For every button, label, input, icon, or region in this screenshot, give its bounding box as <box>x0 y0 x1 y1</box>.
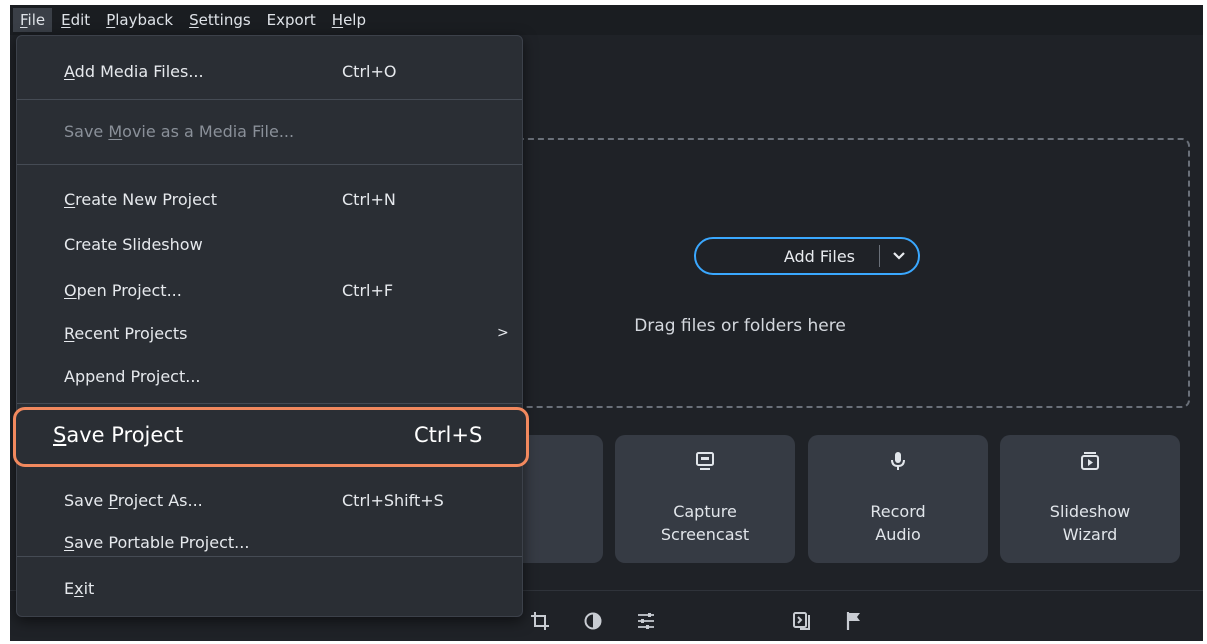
add-files-label: Add Files <box>783 246 855 266</box>
transition-icon[interactable] <box>792 611 814 635</box>
shortcut-label: Ctrl+N <box>342 189 396 209</box>
shortcut-label: Ctrl+O <box>342 61 397 81</box>
shortcut-label: Ctrl+S <box>414 423 483 447</box>
menu-export[interactable]: Export <box>260 8 323 32</box>
menu-item-recent-projects[interactable]: Recent Projects > <box>17 315 522 351</box>
menu-separator <box>17 403 522 404</box>
slideshow-wizard-tile[interactable]: Slideshow Wizard <box>1000 435 1180 563</box>
menu-item-append-project[interactable]: Append Project... <box>17 358 522 394</box>
menu-item-exit[interactable]: Exit <box>17 570 522 606</box>
menu-item-save-movie: Save Movie as a Media File... <box>64 121 295 141</box>
add-files-button[interactable]: Add Files <box>694 237 920 275</box>
tile-label: Slideshow Wizard <box>1049 502 1131 544</box>
menu-separator <box>17 99 522 100</box>
app-window: File Edit Playback Settings Export Help … <box>10 5 1203 641</box>
menu-separator <box>17 164 522 165</box>
slideshow-icon <box>1000 447 1180 475</box>
sliders-icon[interactable] <box>636 611 656 635</box>
shortcut-label: Ctrl+Shift+S <box>342 490 444 510</box>
menu-item-save-project[interactable]: Save Project Ctrl+S <box>13 407 529 467</box>
menu-settings[interactable]: Settings <box>182 8 258 32</box>
color-adjust-icon[interactable] <box>583 611 603 635</box>
flag-icon[interactable] <box>845 611 863 635</box>
submenu-arrow-icon: > <box>497 325 509 341</box>
chevron-down-icon[interactable] <box>880 249 918 263</box>
menu-item-create-new-project[interactable]: Create New Project Ctrl+N <box>17 181 522 217</box>
menu-item-open-project[interactable]: Open Project... Ctrl+F <box>17 272 522 308</box>
menu-separator <box>17 556 522 557</box>
shortcut-label: Ctrl+F <box>342 280 394 300</box>
tile-label: Capture Screencast <box>660 502 750 544</box>
save-project-label: Save Project <box>53 423 184 447</box>
menu-item-save-project-as[interactable]: Save Project As... Ctrl+Shift+S <box>17 482 522 518</box>
menu-item-save-portable-project[interactable]: Save Portable Project... <box>17 524 522 560</box>
monitor-icon <box>615 447 795 475</box>
menu-bar: File Edit Playback Settings Export Help <box>10 5 1203 35</box>
menu-edit[interactable]: Edit <box>54 8 97 32</box>
file-menu-dropdown: Add Media Files... Ctrl+O Save Movie as … <box>16 35 523 617</box>
capture-screencast-tile[interactable]: Capture Screencast <box>615 435 795 563</box>
microphone-icon <box>808 447 988 475</box>
menu-item-add-media-files[interactable]: Add Media Files... Ctrl+O <box>17 53 522 89</box>
menu-item-create-slideshow[interactable]: Create Slideshow <box>17 226 522 262</box>
menu-playback[interactable]: Playback <box>99 8 180 32</box>
menu-help[interactable]: Help <box>325 8 373 32</box>
crop-icon[interactable] <box>530 611 550 635</box>
record-audio-tile[interactable]: Record Audio <box>808 435 988 563</box>
menu-file[interactable]: File <box>13 8 53 32</box>
tile-label: Record Audio <box>870 502 926 544</box>
